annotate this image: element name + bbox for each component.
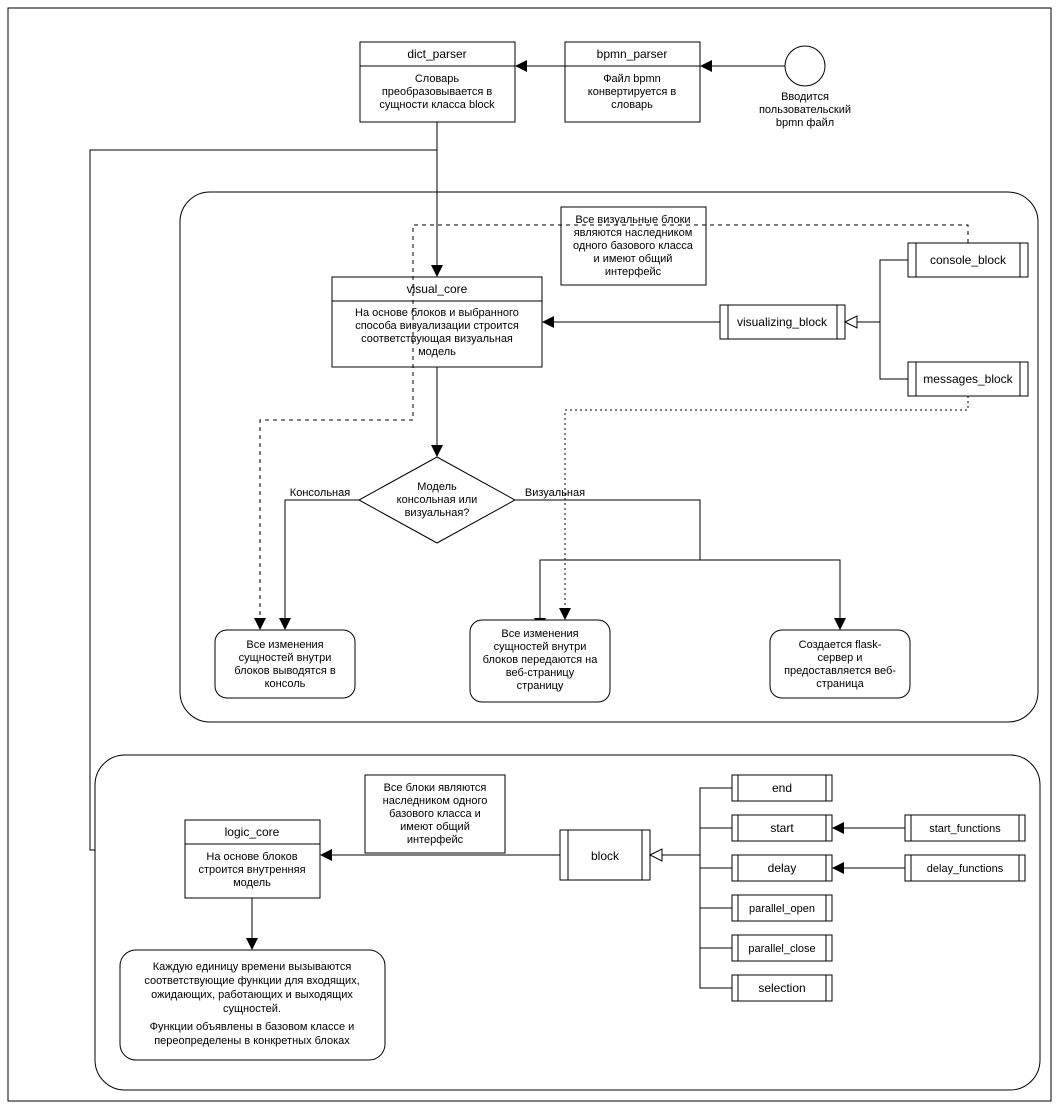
svg-text:сервер и: сервер и <box>818 652 863 664</box>
visual-core-title: visual_core <box>407 282 468 296</box>
bpmn-parser-node: bpmn_parser Файл bpmn конвертируется в с… <box>565 42 700 122</box>
svg-text:модель: модель <box>233 877 271 889</box>
block-start-label: start <box>770 821 794 835</box>
logic-result-node: Каждую единицу времени вызываются соотве… <box>120 950 385 1060</box>
visualizing-block-node: visualizing_block <box>720 305 845 339</box>
visual-core-desc: На основе блоков и выбранного <box>355 307 519 319</box>
svg-text:Создается flask-: Создается flask- <box>799 639 882 651</box>
svg-text:страницу: страницу <box>517 680 564 692</box>
svg-text:ожидающих, работающих и выходя: ожидающих, работающих и выходящих <box>151 989 353 1001</box>
logic-core-title: logic_core <box>225 825 280 839</box>
svg-text:и имеют общий: и имеют общий <box>594 253 673 265</box>
bpmn-parser-title: bpmn_parser <box>597 47 668 61</box>
delay-functions-label: delay_functions <box>927 863 1004 875</box>
visual-core-desc: способа визуализации строится <box>355 320 519 332</box>
visual-note: Все визуальные блоки являются наследнико… <box>561 207 706 285</box>
dict-parser-title: dict_parser <box>407 47 466 61</box>
logic-note: Все блоки являются наследником одного ба… <box>365 775 505 853</box>
block-parallel-close-label: parallel_close <box>748 943 815 955</box>
block-parallel-open-label: parallel_open <box>749 903 815 915</box>
diagram-canvas: Вводится пользовательский bpmn файл bpmn… <box>0 0 1059 1109</box>
outcome-flask: Создается flask- сервер и предоставляетс… <box>770 630 910 698</box>
block-delay-label: delay <box>768 861 797 875</box>
svg-text:предоставляется веб-: предоставляется веб- <box>784 665 896 677</box>
outcome-console: Все изменения сущностей внутри блоков вы… <box>215 630 355 698</box>
svg-text:Все блоки являются: Все блоки являются <box>384 782 487 794</box>
dict-parser-desc: сущности класса block <box>379 99 495 111</box>
messages-block-label: messages_block <box>923 372 1013 386</box>
start-functions-label: start_functions <box>929 823 1001 835</box>
svg-text:Все изменения: Все изменения <box>501 628 578 640</box>
svg-text:являются наследником: являются наследником <box>574 227 693 239</box>
decision-right-label: Визуальная <box>525 487 585 499</box>
outcome-web: Все изменения сущностей внутри блоков пе… <box>470 620 610 702</box>
visual-core-node: visual_core На основе блоков и выбранног… <box>332 277 542 367</box>
svg-text:Каждую единицу времени вызываю: Каждую единицу времени вызываются <box>153 961 352 973</box>
svg-text:консольная или: консольная или <box>397 494 478 506</box>
block-label: block <box>591 849 620 863</box>
svg-text:блоков передаются на: блоков передаются на <box>483 654 599 666</box>
visual-core-desc: модель <box>418 346 456 358</box>
svg-text:соответствующие функции для вх: соответствующие функции для входящих, <box>144 975 359 987</box>
start-caption: Вводится <box>781 91 829 103</box>
svg-text:переопределены в конкретных бл: переопределены в конкретных блоках <box>154 1035 350 1047</box>
svg-text:сущностей внутри: сущностей внутри <box>494 641 587 653</box>
svg-text:интерфейс: интерфейс <box>605 266 662 278</box>
svg-text:На основе блоков: На основе блоков <box>206 851 297 863</box>
svg-text:блоков выводятся в: блоков выводятся в <box>234 665 336 677</box>
bpmn-parser-desc: конвертируется в <box>588 86 677 98</box>
svg-text:интерфейс: интерфейс <box>407 834 464 846</box>
start-caption: пользовательский <box>759 104 851 116</box>
svg-text:страница: страница <box>816 678 864 690</box>
bpmn-parser-desc: Файл bpmn <box>603 73 661 85</box>
logic-core-node: logic_core На основе блоков строится вну… <box>185 820 320 898</box>
svg-text:одного базового класса: одного базового класса <box>573 240 694 252</box>
block-selection-label: selection <box>758 981 805 995</box>
svg-text:сущностей.: сущностей. <box>223 1003 281 1015</box>
start-event <box>785 46 825 86</box>
visualizing-block-label: visualizing_block <box>737 315 828 329</box>
block-end-label: end <box>772 781 792 795</box>
dict-parser-node: dict_parser Словарь преобразовывается в … <box>360 42 515 122</box>
console-block-node: console_block <box>908 243 1028 277</box>
bpmn-parser-desc: словарь <box>611 99 653 111</box>
messages-block-node: messages_block <box>908 362 1028 396</box>
block-node: block <box>560 830 650 880</box>
svg-text:веб-страницу: веб-страницу <box>506 667 575 679</box>
decision-left-label: Консольная <box>290 487 350 499</box>
svg-text:визуальная?: визуальная? <box>405 507 470 519</box>
start-functions-node: start_functions <box>905 815 1025 841</box>
svg-text:имеют общий: имеют общий <box>400 821 470 833</box>
svg-text:Функции объявлены в базовом кл: Функции объявлены в базовом классе и <box>150 1021 355 1033</box>
dict-parser-desc: преобразовывается в <box>382 86 493 98</box>
start-caption: bpmn файл <box>776 117 834 129</box>
svg-text:Все визуальные блоки: Все визуальные блоки <box>575 214 690 226</box>
svg-text:базового класса и: базового класса и <box>389 808 481 820</box>
visual-core-desc: соответствующая визуальная <box>361 333 513 345</box>
console-block-label: console_block <box>930 253 1007 267</box>
delay-functions-node: delay_functions <box>905 855 1025 881</box>
svg-text:строится внутренняя: строится внутренняя <box>198 864 305 876</box>
svg-text:Модель: Модель <box>417 481 457 493</box>
svg-text:сущностей внутри: сущностей внутри <box>239 652 332 664</box>
svg-text:консоль: консоль <box>265 678 306 690</box>
dict-parser-desc: Словарь <box>415 73 460 85</box>
svg-text:Все изменения: Все изменения <box>246 639 323 651</box>
svg-text:наследником одного: наследником одного <box>383 795 488 807</box>
